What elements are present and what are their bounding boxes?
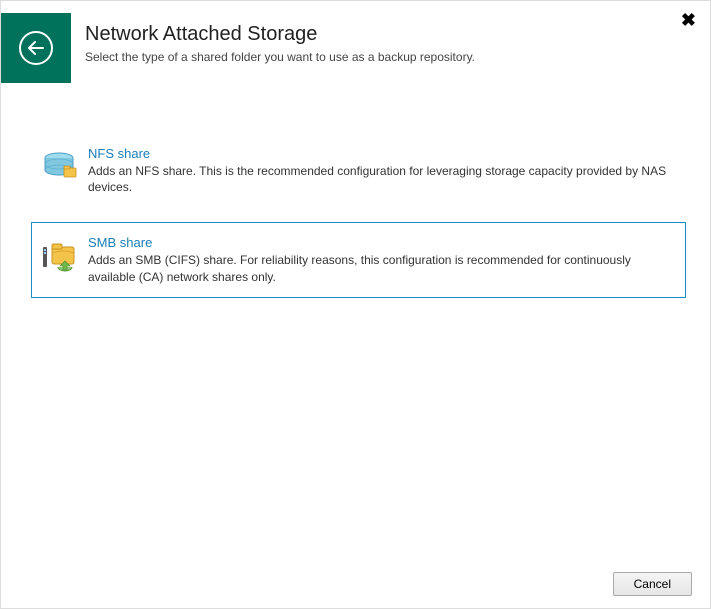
back-arrow-icon xyxy=(19,31,53,65)
options-list: NFS share Adds an NFS share. This is the… xyxy=(1,95,710,298)
close-button[interactable]: ✖ xyxy=(681,11,696,29)
option-smb-share[interactable]: SMB share Adds an SMB (CIFS) share. For … xyxy=(31,222,686,297)
smb-icon xyxy=(40,237,78,275)
title-block: Network Attached Storage Select the type… xyxy=(71,13,694,64)
option-description: Adds an NFS share. This is the recommend… xyxy=(88,163,675,195)
back-button[interactable] xyxy=(1,13,71,83)
option-title: NFS share xyxy=(88,146,675,161)
option-text: NFS share Adds an NFS share. This is the… xyxy=(88,146,675,195)
dialog-header: Network Attached Storage Select the type… xyxy=(1,1,710,95)
nfs-icon xyxy=(40,148,78,186)
dialog-footer: Cancel xyxy=(613,572,692,596)
option-title: SMB share xyxy=(88,235,675,250)
page-title: Network Attached Storage xyxy=(85,23,694,46)
close-icon: ✖ xyxy=(681,10,696,30)
option-description: Adds an SMB (CIFS) share. For reliabilit… xyxy=(88,252,675,284)
option-text: SMB share Adds an SMB (CIFS) share. For … xyxy=(88,235,675,284)
page-subtitle: Select the type of a shared folder you w… xyxy=(85,50,694,64)
option-nfs-share[interactable]: NFS share Adds an NFS share. This is the… xyxy=(31,133,686,208)
cancel-button[interactable]: Cancel xyxy=(613,572,692,596)
